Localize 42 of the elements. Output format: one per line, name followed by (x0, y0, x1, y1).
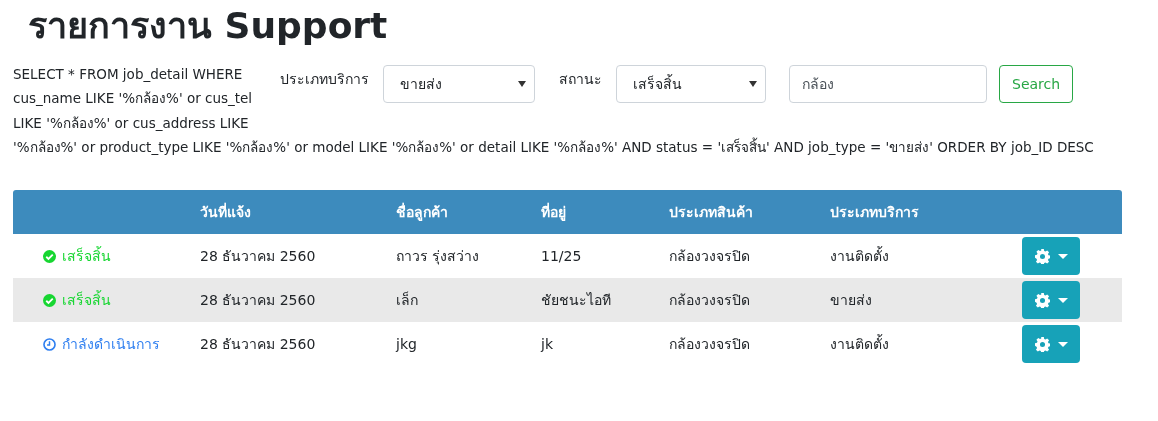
table-cell: ขายส่ง (830, 278, 1006, 322)
table-cell: 28 ธันวาคม 2560 (200, 234, 396, 278)
caret-icon (1057, 297, 1068, 303)
sql-query-text: SELECT * FROM job_detail WHERE cus_name LIKE '%กล้อง%' or cus_tel LIKE '%กล้อง%' or cus_address LIKE (13, 65, 254, 133)
column-header: ที่อยู่ (541, 190, 669, 234)
status-label: สถานะ (559, 70, 602, 89)
caret-icon (749, 81, 757, 87)
table-cell: งานติดตั้ง (830, 322, 1006, 366)
table-cell: 28 ธันวาคม 2560 (200, 278, 396, 322)
sql-query-text: '%กล้อง%' or product_type LIKE '%กล้อง%' or model LIKE '%กล้อง%' or detail LIKE '%กล้อง%' AND status = 'เสร็จสิ้น' AND job_type = 'ขายส่ง' ORDER BY job_ID DESC (13, 136, 1095, 158)
gear-icon (1034, 248, 1050, 264)
caret-icon (1057, 253, 1068, 259)
actions-dropdown-button[interactable] (1022, 281, 1080, 319)
table-cell: 28 ธันวาคม 2560 (200, 322, 396, 366)
table-cell: งานติดตั้ง (830, 234, 1006, 278)
actions-dropdown-button[interactable] (1022, 237, 1080, 275)
table-cell: jkg (396, 322, 541, 366)
service-type-label: ประเภทบริการ (280, 70, 369, 89)
status-label: กำลังดำเนินการ (62, 335, 160, 354)
status-label: เสร็จสิ้น (62, 289, 111, 310)
table-cell: ถาวร รุ่งสว่าง (396, 234, 541, 278)
status-label: เสร็จสิ้น (62, 245, 111, 266)
caret-icon (518, 81, 526, 87)
table-cell: เล็ก (396, 278, 541, 322)
table-cell: กล้องวงจรปิด (669, 278, 830, 322)
gear-icon (1034, 336, 1050, 352)
column-header: ประเภทบริการ (830, 190, 1006, 234)
table-cell: 11/25 (541, 234, 669, 278)
column-header: วันที่แจ้ง (200, 190, 396, 234)
table-cell: ชัยชนะไอที (541, 278, 669, 322)
column-header: ชื่อลูกค้า (396, 190, 541, 234)
search-field[interactable]: กล้อง (789, 65, 987, 103)
column-header: ประเภทสินค้า (669, 190, 830, 234)
table-cell: กล้องวงจรปิด (669, 322, 830, 366)
gear-icon (1034, 292, 1050, 308)
table-cell: jk (541, 322, 669, 366)
service-type-select[interactable]: ขายส่ง (383, 65, 535, 103)
status-select[interactable]: เสร็จสิ้น (616, 65, 766, 103)
actions-dropdown-button[interactable] (1022, 325, 1080, 363)
caret-icon (1057, 341, 1068, 347)
page-title: รายการงาน Support (27, 4, 389, 48)
table-cell: กล้องวงจรปิด (669, 234, 830, 278)
